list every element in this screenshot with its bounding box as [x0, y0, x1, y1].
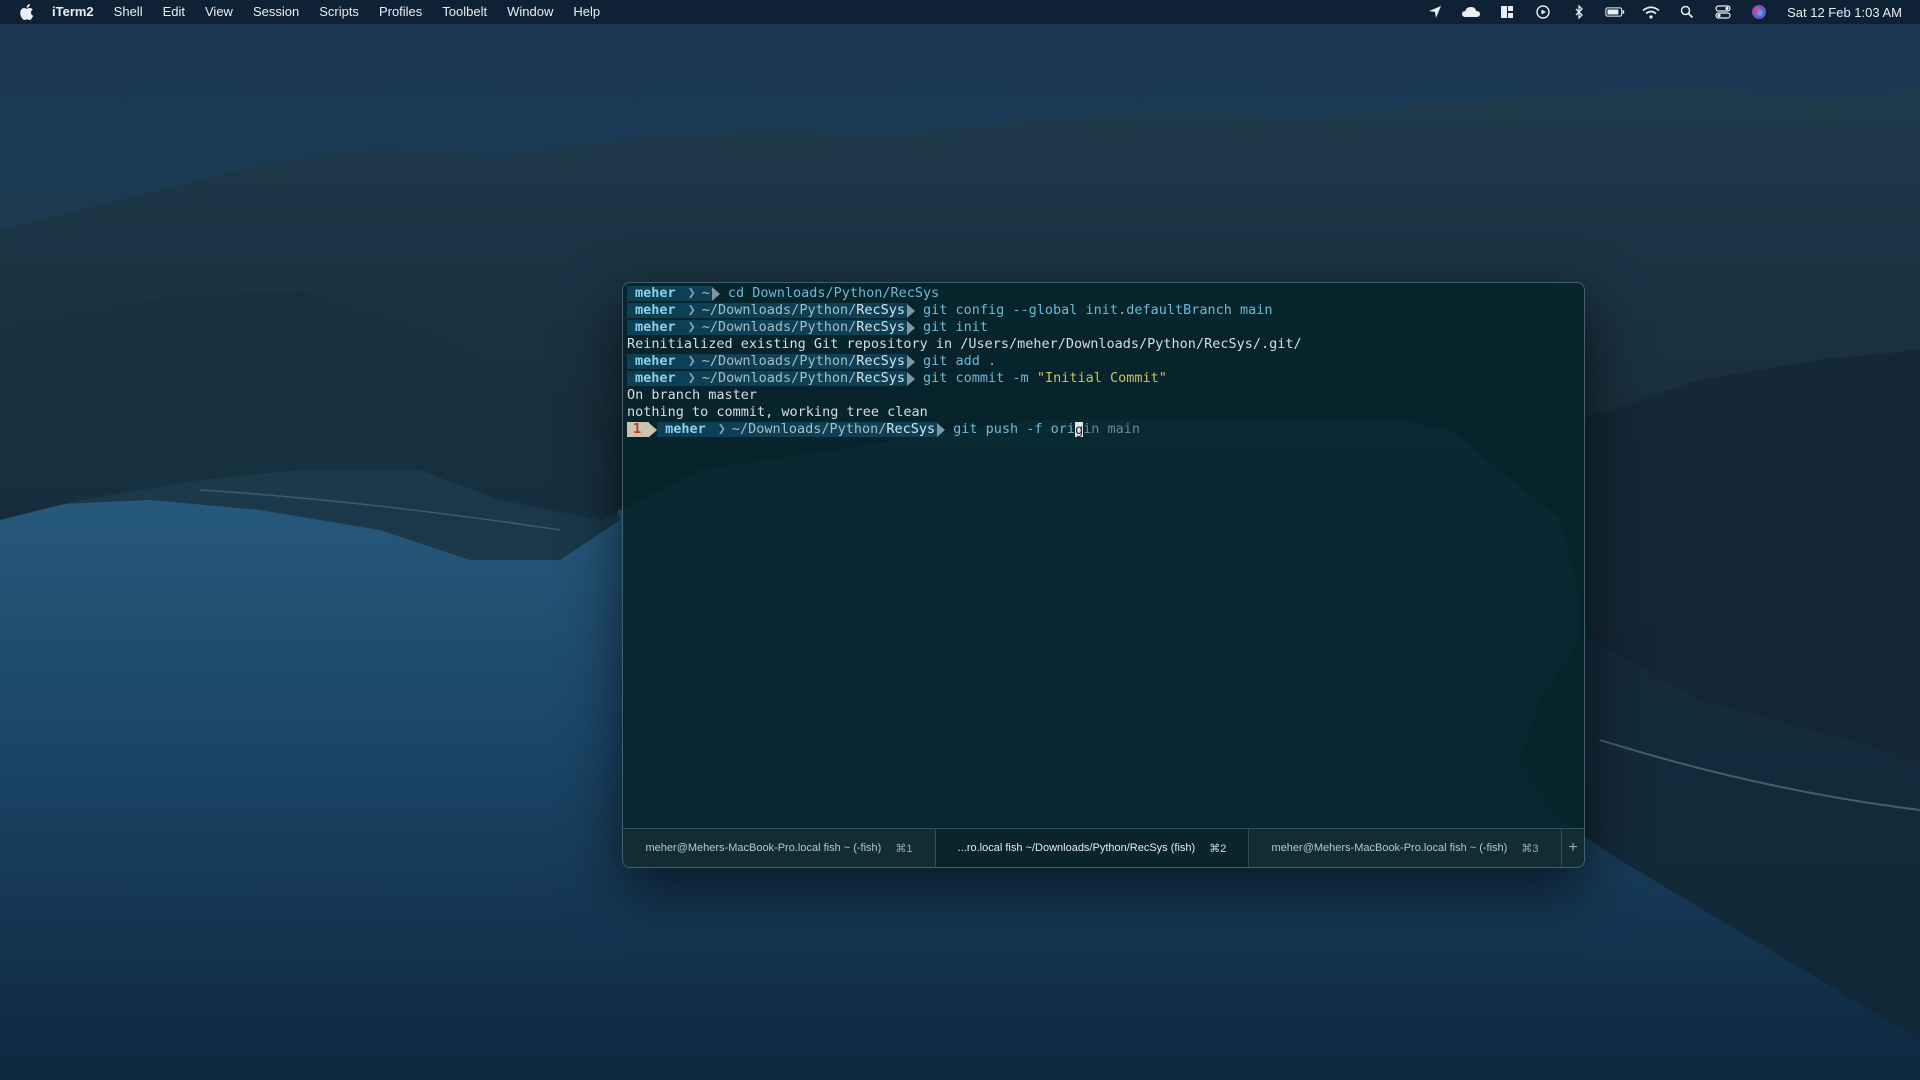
tab-title: ...ro.local fish ~/Downloads/Python/RecS…	[957, 842, 1196, 854]
apple-logo-icon[interactable]	[18, 3, 34, 21]
terminal-line: meher ❯ ~/Downloads/Python/RecSys git add .	[627, 353, 1580, 370]
command-string: "Initial Commit"	[1036, 370, 1167, 386]
prompt-user: meher	[627, 354, 680, 369]
prompt-path: ❯ ~	[679, 285, 712, 301]
prompt-arrow-icon	[907, 354, 915, 369]
prompt-path: ❯ ~/Downloads/Python/RecSys	[679, 353, 907, 369]
command-text: git init	[923, 319, 989, 335]
new-tab-button[interactable]: +	[1562, 829, 1584, 867]
menu-help[interactable]: Help	[563, 0, 610, 24]
menu-edit[interactable]: Edit	[153, 0, 195, 24]
menu-window[interactable]: Window	[497, 0, 563, 24]
terminal-output-line: On branch master	[627, 387, 758, 403]
prompt-separator-icon: ❯	[687, 319, 696, 335]
siri-icon[interactable]	[1749, 4, 1769, 20]
menu-session[interactable]: Session	[243, 0, 309, 24]
prompt-separator-icon: ❯	[687, 370, 696, 386]
prompt-arrow-icon	[937, 422, 946, 437]
menu-profiles[interactable]: Profiles	[369, 0, 432, 24]
app-menu-iterm2[interactable]: iTerm2	[50, 0, 104, 24]
wifi-icon[interactable]	[1641, 4, 1661, 20]
control-center-icon[interactable]	[1713, 4, 1733, 20]
text-cursor: g	[1075, 421, 1084, 438]
terminal-line: meher ❯ ~/Downloads/Python/RecSys git confi…	[627, 302, 1580, 319]
tab-bar: meher@Mehers-MacBook-Pro.local fish ~ (-…	[623, 828, 1584, 867]
prompt-separator-icon: ❯	[717, 421, 726, 437]
prompt-user: meher	[627, 303, 680, 318]
prompt-arrow-icon	[711, 286, 720, 301]
search-icon[interactable]	[1677, 4, 1697, 20]
tab-session-1[interactable]: meher@Mehers-MacBook-Pro.local fish ~ (-…	[623, 829, 936, 867]
prompt-path: ❯ ~/Downloads/Python/RecSys	[679, 302, 907, 318]
command-input[interactable]: git push -f origin main	[953, 421, 1140, 438]
terminal-output[interactable]: meher ❯ ~ cd Downloads/Python/RecSys meher ❯…	[627, 285, 1580, 827]
bluetooth-icon[interactable]	[1569, 4, 1589, 20]
tab-session-3[interactable]: meher@Mehers-MacBook-Pro.local fish ~ (-…	[1249, 829, 1562, 867]
command-text: git commit -m "Initial Commit"	[923, 370, 1167, 386]
window-grid-icon[interactable]	[1497, 4, 1517, 20]
autosuggestion-text: in main	[1083, 421, 1140, 437]
cloud-icon[interactable]	[1461, 4, 1481, 20]
terminal-line: meher ❯ ~/Downloads/Python/RecSys git commi…	[627, 370, 1580, 387]
prompt-separator-icon: ❯	[687, 285, 696, 301]
location-arrow-icon[interactable]	[1425, 4, 1445, 20]
menu-bar: iTerm2 Shell Edit View Session Scripts P…	[0, 0, 1920, 24]
tab-shortcut: ⌘3	[1521, 842, 1539, 855]
iterm-window[interactable]: meher ❯ ~ cd Downloads/Python/RecSys meher ❯…	[622, 282, 1585, 868]
tab-title: meher@Mehers-MacBook-Pro.local fish ~ (-…	[645, 842, 882, 854]
prompt-user: meher	[627, 371, 680, 386]
prompt-user: meher	[657, 422, 710, 437]
tab-shortcut: ⌘1	[895, 842, 913, 855]
battery-icon[interactable]	[1605, 4, 1625, 20]
exit-status-badge: 1	[627, 422, 650, 437]
active-prompt-line[interactable]: 1 meher ❯ ~/Downloads/Python/RecSys git push…	[627, 421, 1580, 438]
menu-view[interactable]: View	[195, 0, 243, 24]
menu-toolbelt[interactable]: Toolbelt	[432, 0, 497, 24]
tab-shortcut: ⌘2	[1209, 842, 1227, 855]
command-text: git add .	[923, 353, 997, 369]
menu-clock[interactable]: Sat 12 Feb 1:03 AM	[1787, 5, 1902, 20]
terminal-line: meher ❯ ~ cd Downloads/Python/RecSys	[627, 285, 1580, 302]
badge-arrow-icon	[649, 422, 658, 437]
prompt-separator-icon: ❯	[687, 353, 696, 369]
tab-title: meher@Mehers-MacBook-Pro.local fish ~ (-…	[1271, 842, 1508, 854]
prompt-path: ❯ ~/Downloads/Python/RecSys	[709, 421, 938, 437]
prompt-arrow-icon	[907, 371, 915, 386]
prompt-user: meher	[627, 286, 680, 301]
command-text: cd Downloads/Python/RecSys	[727, 285, 940, 301]
terminal-line: meher ❯ ~/Downloads/Python/RecSys git init	[627, 319, 1580, 336]
tab-session-2[interactable]: ...ro.local fish ~/Downloads/Python/RecS…	[936, 829, 1249, 867]
menu-scripts[interactable]: Scripts	[309, 0, 369, 24]
terminal-output-line: Reinitialized existing Git repository in…	[627, 336, 1302, 352]
prompt-arrow-icon	[907, 303, 915, 318]
prompt-path: ❯ ~/Downloads/Python/RecSys	[679, 319, 907, 335]
prompt-user: meher	[627, 320, 680, 335]
prompt-path: ❯ ~/Downloads/Python/RecSys	[679, 370, 907, 386]
menu-shell[interactable]: Shell	[104, 0, 153, 24]
command-text: git config --global init.defaultBranch m…	[923, 302, 1273, 318]
terminal-output-line: nothing to commit, working tree clean	[627, 404, 928, 420]
prompt-separator-icon: ❯	[687, 302, 696, 318]
play-circle-icon[interactable]	[1533, 4, 1553, 20]
prompt-arrow-icon	[907, 320, 915, 335]
